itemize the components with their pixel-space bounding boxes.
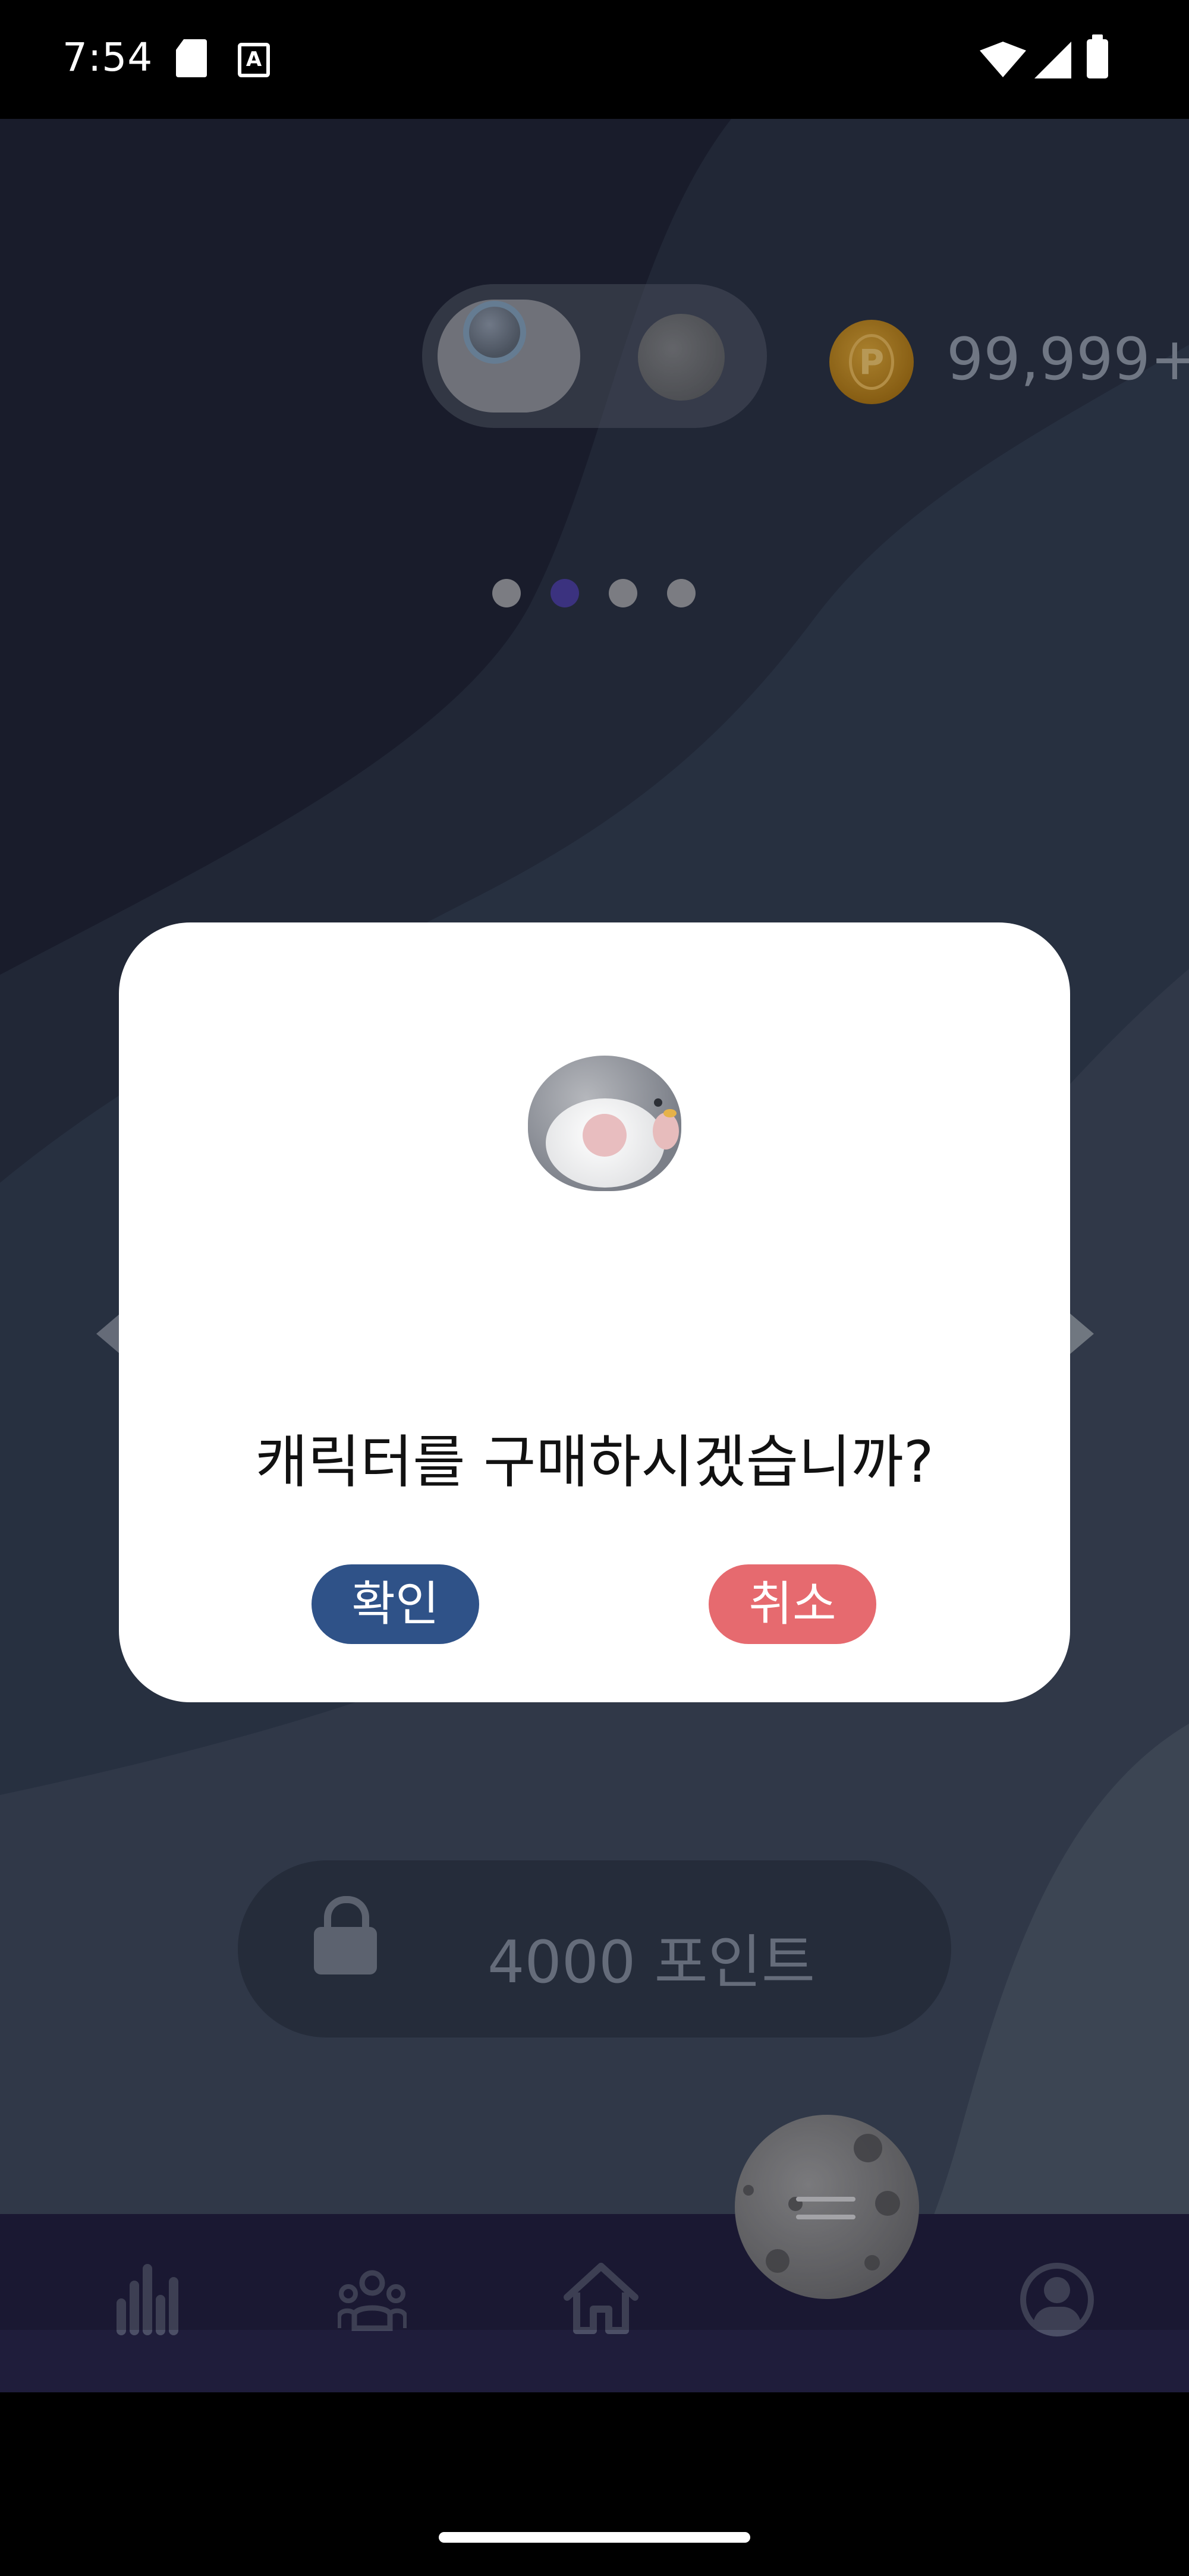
sd-card-icon — [176, 39, 207, 77]
penguin-character-image — [528, 1056, 681, 1191]
signal-icon — [1034, 42, 1071, 78]
gesture-navigation-bar — [0, 2395, 1189, 2576]
wifi-icon — [980, 42, 1026, 77]
battery-icon — [1087, 34, 1108, 78]
home-indicator[interactable] — [439, 2532, 750, 2543]
dialog-message: 캐릭터를 구매하시겠습니까? — [255, 1429, 934, 1495]
keyboard-a-icon: A — [238, 43, 270, 77]
status-bar: 7:54 A — [0, 0, 1189, 119]
purchase-confirm-dialog: 캐릭터를 구매하시겠습니까? 확인 취소 — [119, 922, 1070, 1702]
confirm-button[interactable]: 확인 — [312, 1564, 479, 1644]
cancel-button[interactable]: 취소 — [709, 1564, 876, 1644]
status-time: 7:54 — [62, 34, 153, 80]
